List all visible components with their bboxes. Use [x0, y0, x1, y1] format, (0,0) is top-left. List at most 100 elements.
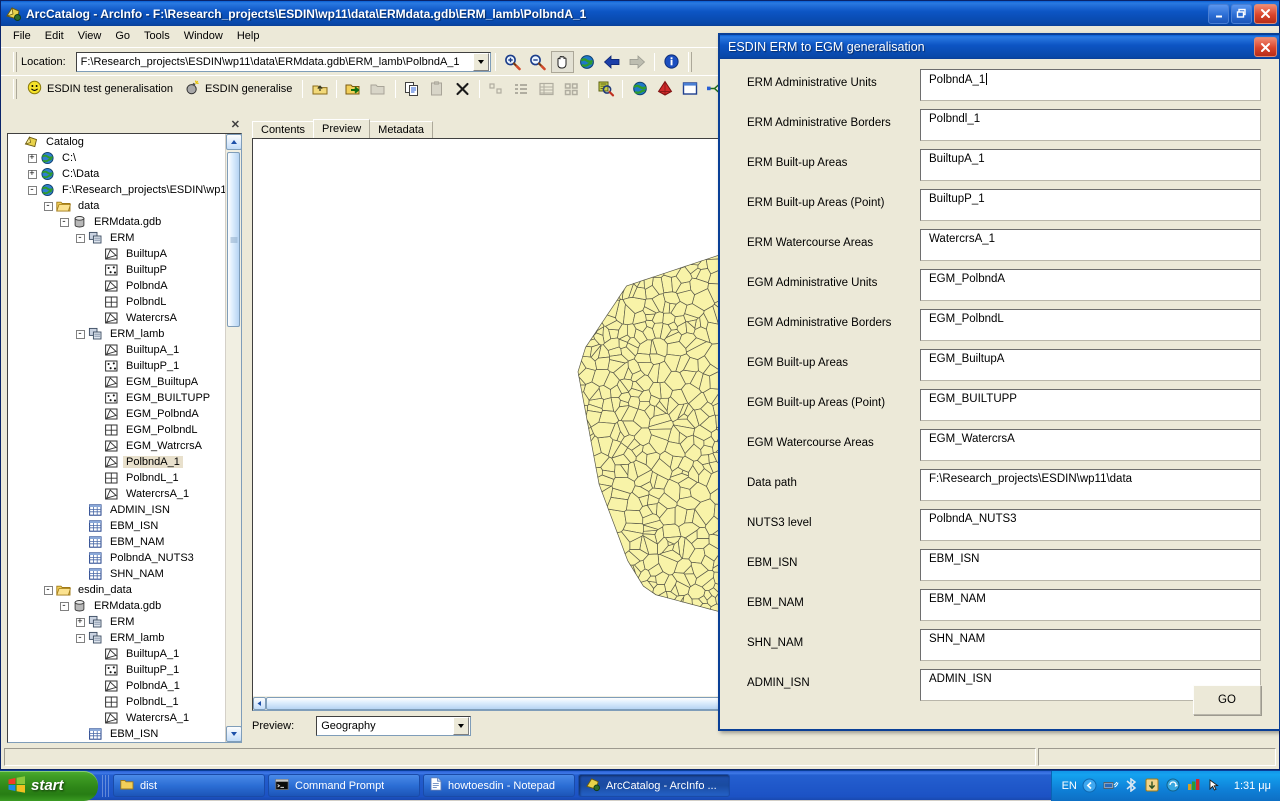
- menu-tools[interactable]: Tools: [137, 27, 177, 45]
- search-icon[interactable]: [594, 78, 617, 100]
- menu-window[interactable]: Window: [177, 27, 230, 45]
- restore-button[interactable]: [1231, 4, 1252, 24]
- tree-node[interactable]: EGM_PolbndA: [8, 406, 225, 422]
- zoom-out-icon[interactable]: [526, 51, 549, 73]
- scrollbar-thumb[interactable]: [227, 152, 240, 327]
- connect-folder-icon[interactable]: [342, 78, 365, 100]
- chevron-down-icon[interactable]: [453, 717, 469, 735]
- tree-node[interactable]: PolbndL: [8, 294, 225, 310]
- close-icon[interactable]: ✕: [231, 121, 240, 130]
- location-combobox[interactable]: F:\Research_projects\ESDIN\wp11\data\ERM…: [76, 52, 491, 72]
- nuts3-level-input[interactable]: PolbndA_NUTS3: [920, 509, 1261, 541]
- erm-administrative-units-input[interactable]: PolbndA_1: [920, 69, 1261, 101]
- chevron-down-icon[interactable]: [473, 53, 489, 71]
- show-hidden-icons-button[interactable]: [1082, 778, 1098, 794]
- tree-node[interactable]: Catalog: [8, 134, 225, 150]
- taskbar-item-dist[interactable]: dist: [113, 774, 265, 797]
- tree-node[interactable]: PolbndL_1: [8, 694, 225, 710]
- tree-vertical-scrollbar[interactable]: [225, 134, 241, 742]
- arcglobe-icon[interactable]: [678, 78, 701, 100]
- collapse-icon[interactable]: -: [24, 186, 40, 195]
- menu-view[interactable]: View: [71, 27, 109, 45]
- tree-node[interactable]: EGM_BuiltupA: [8, 374, 225, 390]
- egm-built-up-areas-point-input[interactable]: EGM_BUILTUPP: [920, 389, 1261, 421]
- tree-node[interactable]: -ERMdata.gdb: [8, 214, 225, 230]
- tab-metadata[interactable]: Metadata: [369, 121, 433, 138]
- tree-node[interactable]: SHN_NAM: [8, 566, 225, 582]
- tree-node[interactable]: WatercrsA: [8, 310, 225, 326]
- scroll-down-button[interactable]: [226, 726, 242, 742]
- esdin-generalise-button[interactable]: ESDIN generalise: [179, 78, 298, 100]
- minimize-button[interactable]: [1208, 4, 1229, 24]
- tree-node[interactable]: ADMIN_ISN: [8, 502, 225, 518]
- expand-icon[interactable]: +: [24, 170, 40, 179]
- collapse-icon[interactable]: -: [40, 202, 56, 211]
- identify-info-icon[interactable]: [660, 51, 683, 73]
- tab-contents[interactable]: Contents: [252, 121, 314, 138]
- arcmap-icon[interactable]: [653, 78, 676, 100]
- toolbar-grip-2[interactable]: [688, 52, 692, 72]
- collapse-icon[interactable]: -: [72, 330, 88, 339]
- erm-built-up-areas-input[interactable]: BuiltupA_1: [920, 149, 1261, 181]
- dialog-titlebar[interactable]: ESDIN ERM to EGM generalisation: [720, 35, 1279, 59]
- tree-node[interactable]: BuiltupP: [8, 262, 225, 278]
- bluetooth-icon[interactable]: [1124, 778, 1140, 794]
- tree-node[interactable]: PolbndA_1: [8, 678, 225, 694]
- tree-node[interactable]: EBM_NAM: [8, 534, 225, 550]
- tree-node[interactable]: -ERM: [8, 230, 225, 246]
- collapse-icon[interactable]: -: [40, 586, 56, 595]
- up-one-level-icon[interactable]: [308, 78, 331, 100]
- egm-built-up-areas-input[interactable]: EGM_BuiltupA: [920, 349, 1261, 381]
- tree-node[interactable]: EBM_ISN: [8, 518, 225, 534]
- pan-hand-icon[interactable]: [551, 51, 574, 73]
- tree-node[interactable]: BuiltupP_1: [8, 662, 225, 678]
- tree-node[interactable]: -data: [8, 198, 225, 214]
- scroll-up-button[interactable]: [226, 134, 242, 150]
- zoom-in-icon[interactable]: [501, 51, 524, 73]
- taskbar-item-arccatalog[interactable]: ArcCatalog - ArcInfo ...: [578, 774, 730, 797]
- delete-icon[interactable]: [451, 78, 474, 100]
- menu-file[interactable]: File: [6, 27, 38, 45]
- go-button[interactable]: GO: [1193, 685, 1261, 715]
- start-button[interactable]: start: [0, 771, 98, 801]
- erm-administrative-borders-input[interactable]: Polbndl_1: [920, 109, 1261, 141]
- catalog-tree[interactable]: Catalog+C:\+C:\Data-F:\Research_projects…: [7, 133, 242, 743]
- tree-node[interactable]: +C:\: [8, 150, 225, 166]
- pointer-icon[interactable]: [1208, 778, 1224, 794]
- window-titlebar[interactable]: ArcCatalog - ArcInfo - F:\Research_proje…: [1, 1, 1279, 26]
- data-path-input[interactable]: F:\Research_projects\ESDIN\wp11\data: [920, 469, 1261, 501]
- egm-administrative-units-input[interactable]: EGM_PolbndA: [920, 269, 1261, 301]
- esdin-test-generalisation-button[interactable]: ESDIN test generalisation: [21, 78, 179, 100]
- erm-built-up-areas-point-input[interactable]: BuiltupP_1: [920, 189, 1261, 221]
- volume-icon[interactable]: [1187, 778, 1203, 794]
- globe-full-extent-icon[interactable]: [576, 51, 599, 73]
- taskbar-item-notepad[interactable]: howtoesdin - Notepad: [423, 774, 575, 797]
- copy-icon[interactable]: [401, 78, 424, 100]
- dialog-close-button[interactable]: [1254, 37, 1277, 57]
- tree-node[interactable]: BuiltupP_1: [8, 358, 225, 374]
- scroll-left-button[interactable]: [253, 697, 266, 710]
- egm-administrative-borders-input[interactable]: EGM_PolbndL: [920, 309, 1261, 341]
- network-icon[interactable]: [1103, 778, 1119, 794]
- tree-node[interactable]: BuiltupA_1: [8, 646, 225, 662]
- tree-node[interactable]: WatercrsA_1: [8, 710, 225, 726]
- preview-mode-combobox[interactable]: Geography: [316, 716, 471, 736]
- tree-node[interactable]: BuiltupA: [8, 246, 225, 262]
- ebm-isn-input[interactable]: EBM_ISN: [920, 549, 1261, 581]
- tree-node[interactable]: PolbndA: [8, 278, 225, 294]
- tree-node[interactable]: EGM_PolbndL: [8, 422, 225, 438]
- tree-node[interactable]: -ERM_lamb: [8, 630, 225, 646]
- taskbar-item-command-prompt[interactable]: Command Prompt: [268, 774, 420, 797]
- tree-node[interactable]: EGM_WatrcrsA: [8, 438, 225, 454]
- sync-icon[interactable]: [1166, 778, 1182, 794]
- close-button[interactable]: [1254, 4, 1277, 24]
- tree-node[interactable]: -ERM_lamb: [8, 326, 225, 342]
- expand-icon[interactable]: +: [72, 618, 88, 627]
- tree-node[interactable]: PolbndL_1: [8, 470, 225, 486]
- tree-node[interactable]: PolbndA_1: [8, 454, 225, 470]
- menu-edit[interactable]: Edit: [38, 27, 71, 45]
- language-indicator[interactable]: EN: [1062, 780, 1077, 792]
- tree-node[interactable]: +C:\Data: [8, 166, 225, 182]
- tab-preview[interactable]: Preview: [313, 119, 370, 138]
- arctoolbox-globe-icon[interactable]: [628, 78, 651, 100]
